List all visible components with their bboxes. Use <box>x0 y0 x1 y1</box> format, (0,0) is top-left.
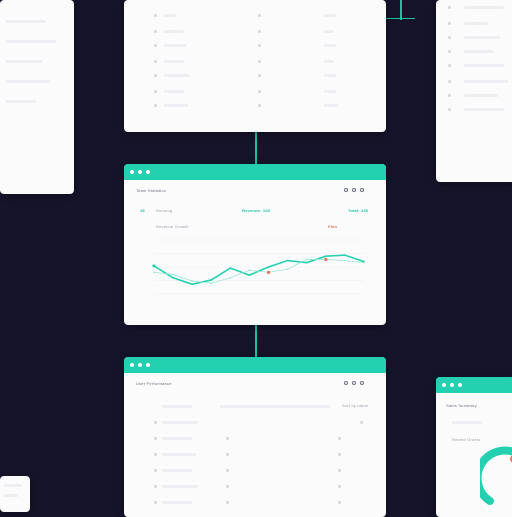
series-0-point <box>152 264 156 268</box>
series-1-point <box>210 282 213 285</box>
top-right-card[interactable] <box>436 0 512 182</box>
highlight-point <box>266 270 271 274</box>
series-1-point <box>286 268 289 271</box>
donut-chart <box>480 446 512 505</box>
refresh-icon[interactable] <box>344 188 348 192</box>
series-0-point <box>210 279 213 281</box>
bottom-card[interactable]: User Performance Sort by name <box>124 357 386 517</box>
series-1-point <box>248 269 251 272</box>
line-chart <box>152 239 365 295</box>
series-1-point <box>172 273 174 276</box>
connector-top-right <box>400 0 402 20</box>
series-0-point <box>191 283 194 286</box>
connector-top <box>255 132 257 164</box>
highlight-point <box>324 257 328 262</box>
stat-b: Revenue: 160 <box>242 208 271 213</box>
bottom-card-title: User Performance <box>136 381 172 386</box>
series-0-point <box>267 266 270 268</box>
refresh-icon[interactable] <box>344 381 348 385</box>
series-1-point <box>229 276 232 279</box>
share-icon[interactable] <box>352 381 356 385</box>
chart-card-titlebar <box>124 164 386 180</box>
series-0-point <box>324 255 327 258</box>
series-0-point <box>172 276 174 279</box>
top-card[interactable] <box>124 0 386 132</box>
bottom-right-titlebar <box>436 377 512 393</box>
stat-a-label: Running <box>156 208 173 213</box>
series-0-point <box>286 259 289 262</box>
chart-card-title: Team Statistics <box>136 188 166 193</box>
more-icon[interactable] <box>360 188 364 192</box>
bottom-right-title: Sales Summary <box>446 403 477 408</box>
series-0-point <box>248 274 251 276</box>
series-1-point <box>153 271 155 274</box>
share-icon[interactable] <box>352 188 356 192</box>
series-0-point <box>305 261 308 264</box>
connector-h <box>385 18 415 19</box>
bottom-right-sub: Recent Orders <box>452 437 481 442</box>
bottom-card-titlebar <box>124 357 386 373</box>
series-1-point <box>363 261 365 264</box>
series-1-point <box>344 259 346 262</box>
bottom-left-card[interactable] <box>0 476 30 512</box>
bottom-right-card[interactable]: Sales Summary Recent Orders <box>436 377 512 517</box>
bottom-card-sort[interactable]: Sort by name <box>342 403 368 408</box>
series-0-point <box>344 254 346 257</box>
stat-c: Total: 230 <box>348 208 369 213</box>
series-1-point <box>305 258 308 261</box>
left-card[interactable] <box>0 0 74 194</box>
stat-a: 15 <box>140 208 145 213</box>
series-line-1 <box>153 259 365 284</box>
connector-bottom <box>255 325 257 357</box>
series-1-point <box>191 280 194 282</box>
more-icon[interactable] <box>360 381 364 385</box>
series-0-point <box>229 267 232 269</box>
chart-card[interactable]: Team Statistics 15 Running Revenue: 160 … <box>124 164 386 325</box>
